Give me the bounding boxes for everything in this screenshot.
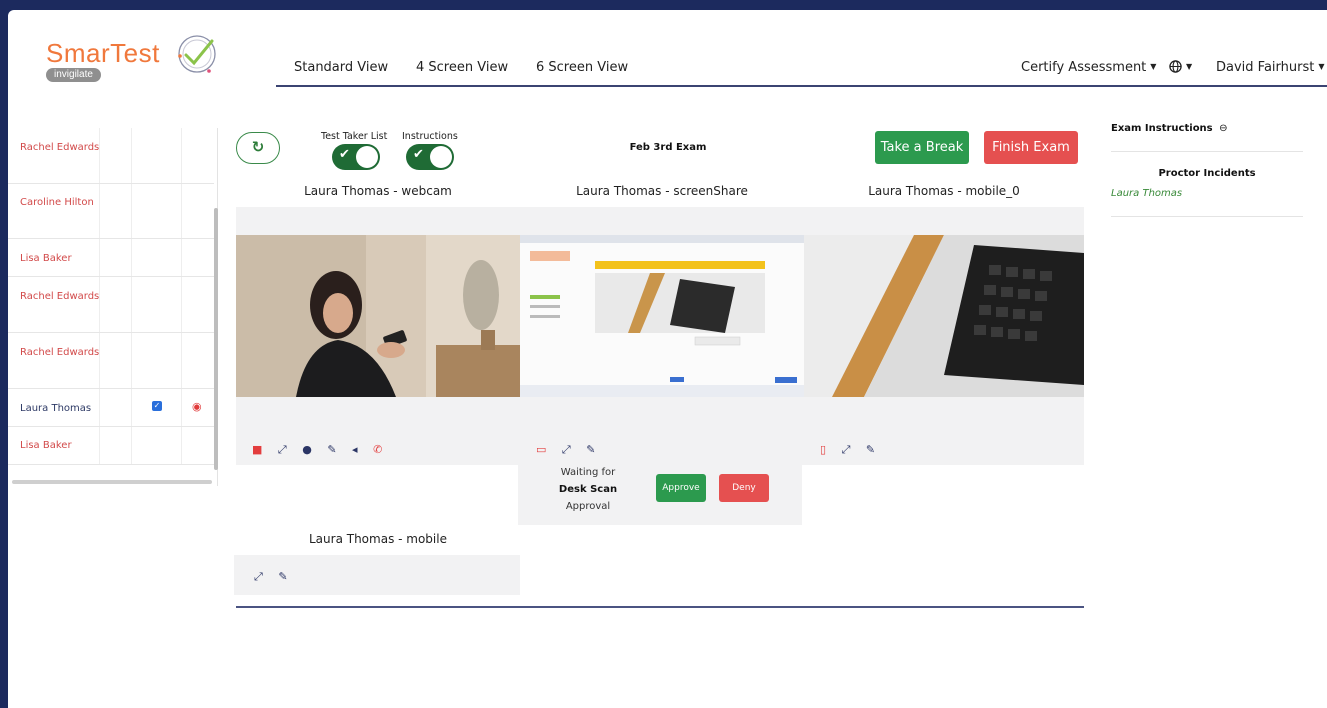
- refresh-icon: ↻: [251, 138, 265, 156]
- test-taker-row[interactable]: Lisa Baker: [8, 239, 214, 277]
- language-menu[interactable]: ▼: [1169, 60, 1192, 75]
- desk-scan-line-2: Desk Scan: [558, 484, 618, 495]
- check-icon: ✔: [339, 147, 350, 162]
- test-taker-name[interactable]: Rachel Edwards: [20, 344, 100, 361]
- mobile-0-feed-title: Laura Thomas - mobile_0: [868, 184, 1020, 198]
- certify-assessment-menu[interactable]: Certify Assessment ▼: [1021, 60, 1156, 75]
- toggle-label-instructions: Instructions: [402, 131, 458, 142]
- pencil-icon[interactable]: ✎: [278, 570, 287, 583]
- desk-scan-status: Waiting for Desk Scan Approval: [552, 464, 624, 515]
- test-taker-row[interactable]: Rachel Edwards: [8, 277, 214, 333]
- exam-instructions-label: Exam Instructions: [1111, 123, 1213, 134]
- toggle-label-test-taker-list: Test Taker List: [321, 131, 388, 142]
- speaker-icon[interactable]: ◂: [352, 443, 358, 456]
- brand-subtitle: invigilate: [46, 68, 101, 82]
- desk-scan-line-1: Waiting for: [560, 467, 616, 478]
- incident-user-link[interactable]: Laura Thomas: [1111, 188, 1182, 199]
- user-menu[interactable]: David Fairhurst ▼: [1216, 60, 1325, 75]
- brand-name: SmarTest: [46, 38, 160, 68]
- app-window: SmarTest invigilate Standard View 4 Scre…: [8, 10, 1327, 708]
- collapse-circle-icon: ⊖: [1219, 123, 1228, 134]
- test-taker-name[interactable]: Lisa Baker: [20, 437, 100, 454]
- check-icon: ✔: [413, 147, 424, 162]
- user-name: David Fairhurst: [1216, 60, 1315, 75]
- test-taker-list: Rachel Edwards Caroline Hilton Lisa Bake…: [8, 128, 218, 486]
- test-taker-row[interactable]: Rachel Edwards: [8, 128, 214, 184]
- test-taker-name[interactable]: Lisa Baker: [20, 250, 100, 267]
- desk-scan-line-3: Approval: [565, 501, 611, 512]
- mobile-0-toolbar: ▯ ⤢ ✎: [820, 443, 887, 457]
- instructions-toggle[interactable]: ✔: [406, 144, 454, 170]
- proctor-incidents-heading: Proctor Incidents: [1158, 168, 1256, 179]
- screenshare-video[interactable]: [520, 235, 804, 397]
- expand-icon[interactable]: ⤢: [278, 443, 287, 457]
- certify-assessment-label: Certify Assessment: [1021, 60, 1147, 75]
- mobile-feed-title: Laura Thomas - mobile: [309, 532, 447, 546]
- mobile-0-video[interactable]: [804, 235, 1084, 397]
- finish-exam-button[interactable]: Finish Exam: [984, 131, 1078, 164]
- test-taker-name[interactable]: Rachel Edwards: [20, 139, 100, 156]
- divider: [1111, 216, 1303, 217]
- toggle-knob: [430, 146, 452, 168]
- take-a-break-button[interactable]: Take a Break: [875, 131, 969, 164]
- webcam-feed-title: Laura Thomas - webcam: [304, 184, 452, 198]
- mobile-phone-icon[interactable]: ▯: [820, 443, 826, 456]
- screenshare-frame: [520, 235, 804, 397]
- expand-icon[interactable]: ⤢: [562, 443, 571, 457]
- test-taker-row-selected[interactable]: Laura Thomas ✓ ◉: [8, 389, 214, 427]
- caret-down-icon: ▼: [1186, 62, 1193, 71]
- main-divider: [236, 606, 1084, 608]
- brand-logo: SmarTest invigilate: [46, 30, 226, 88]
- checkbox-checked-icon[interactable]: ✓: [152, 401, 162, 411]
- phone-icon[interactable]: ✆: [373, 443, 382, 456]
- mobile-toolbar: ⤢ ✎: [254, 570, 300, 584]
- video-camera-icon[interactable]: ■: [252, 443, 262, 456]
- eye-icon[interactable]: ◉: [192, 400, 202, 413]
- vertical-scrollbar[interactable]: [214, 208, 218, 470]
- webcam-frame: [236, 235, 520, 397]
- test-taker-name[interactable]: Rachel Edwards: [20, 288, 100, 305]
- exam-title: Feb 3rd Exam: [629, 142, 707, 153]
- screenshare-feed-title: Laura Thomas - screenShare: [576, 184, 748, 198]
- pencil-icon[interactable]: ✎: [866, 443, 875, 456]
- webcam-video[interactable]: [236, 235, 520, 397]
- mobile-0-frame: [804, 235, 1084, 397]
- globe-icon: [1169, 60, 1182, 73]
- test-taker-row[interactable]: Caroline Hilton: [8, 184, 214, 239]
- webcam-toolbar: ■ ⤢ ● ✎ ◂ ✆: [252, 443, 394, 457]
- approve-button[interactable]: Approve: [656, 474, 706, 502]
- pencil-icon[interactable]: ✎: [327, 443, 336, 456]
- test-taker-name[interactable]: Laura Thomas: [20, 400, 100, 417]
- divider: [1111, 151, 1303, 152]
- test-taker-row[interactable]: Rachel Edwards: [8, 333, 214, 389]
- test-taker-row[interactable]: Lisa Baker: [8, 427, 214, 465]
- check-circle-icon: [178, 35, 216, 73]
- nav-6-screen-view[interactable]: 6 Screen View: [536, 60, 628, 75]
- nav-standard-view[interactable]: Standard View: [294, 60, 388, 75]
- refresh-button[interactable]: ↻: [236, 132, 280, 164]
- exam-instructions-toggle[interactable]: Exam Instructions ⊖: [1111, 123, 1228, 134]
- caret-down-icon: ▼: [1150, 62, 1157, 71]
- toggle-knob: [356, 146, 378, 168]
- top-navigation: Standard View 4 Screen View 6 Screen Vie…: [276, 58, 1327, 87]
- screenshare-toolbar: ▭ ⤢ ✎: [536, 443, 607, 457]
- test-taker-list-toggle[interactable]: ✔: [332, 144, 380, 170]
- test-taker-name[interactable]: Caroline Hilton: [20, 194, 100, 211]
- deny-button[interactable]: Deny: [719, 474, 769, 502]
- expand-icon[interactable]: ⤢: [254, 570, 263, 584]
- horizontal-scrollbar[interactable]: [12, 480, 212, 484]
- pencil-icon[interactable]: ✎: [586, 443, 595, 456]
- nav-4-screen-view[interactable]: 4 Screen View: [416, 60, 508, 75]
- chat-icon[interactable]: ●: [302, 443, 312, 456]
- caret-down-icon: ▼: [1318, 62, 1325, 71]
- expand-icon[interactable]: ⤢: [842, 443, 851, 457]
- monitor-icon[interactable]: ▭: [536, 443, 546, 456]
